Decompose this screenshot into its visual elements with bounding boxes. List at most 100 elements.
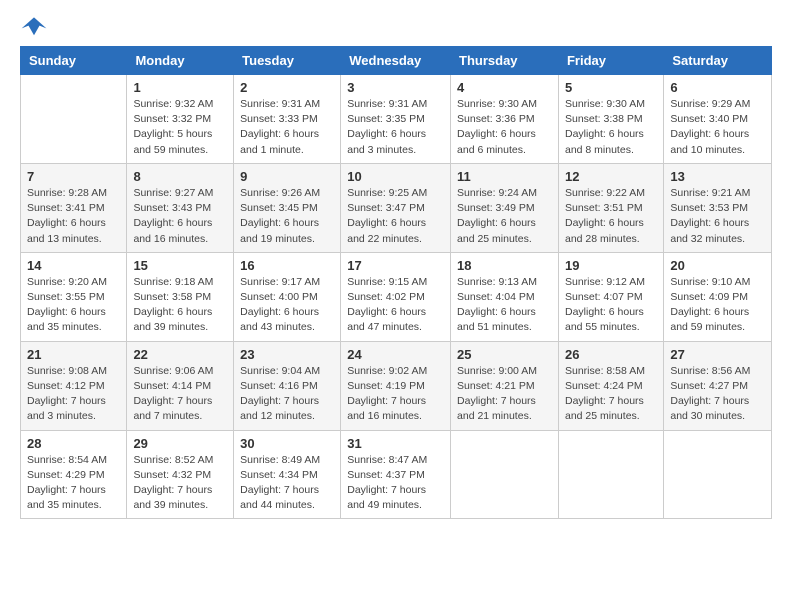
calendar-week-row: 28 Sunrise: 8:54 AMSunset: 4:29 PMDayligh… [21,430,772,519]
calendar-day-cell: 25 Sunrise: 9:00 AMSunset: 4:21 PMDayligh… [451,341,559,430]
weekday-header-cell: Sunday [21,47,127,75]
calendar-week-row: 14 Sunrise: 9:20 AMSunset: 3:55 PMDayligh… [21,252,772,341]
day-info: Sunrise: 8:49 AMSunset: 4:34 PMDaylight:… [240,453,334,514]
day-info: Sunrise: 9:15 AMSunset: 4:02 PMDaylight:… [347,275,444,336]
day-number: 2 [240,80,334,95]
day-info: Sunrise: 9:02 AMSunset: 4:19 PMDaylight:… [347,364,444,425]
day-info: Sunrise: 9:31 AMSunset: 3:33 PMDaylight:… [240,97,334,158]
calendar-day-cell: 9Sunrise: 9:26 AMSunset: 3:45 PMDaylight… [234,163,341,252]
calendar-body: 1 Sunrise: 9:32 AMSunset: 3:32 PMDaylight… [21,75,772,519]
day-info: Sunrise: 9:00 AMSunset: 4:21 PMDaylight:… [457,364,552,425]
logo-bird-icon [20,16,48,38]
calendar-day-cell: 4Sunrise: 9:30 AMSunset: 3:36 PMDaylight… [451,75,559,164]
calendar-day-cell: 10 Sunrise: 9:25 AMSunset: 3:47 PMDayligh… [341,163,451,252]
calendar-day-cell: 14 Sunrise: 9:20 AMSunset: 3:55 PMDayligh… [21,252,127,341]
weekday-header-row: SundayMondayTuesdayWednesdayThursdayFrid… [21,47,772,75]
day-info: Sunrise: 8:54 AMSunset: 4:29 PMDaylight:… [27,453,120,514]
day-number: 16 [240,258,334,273]
day-info: Sunrise: 8:58 AMSunset: 4:24 PMDaylight:… [565,364,657,425]
day-info: Sunrise: 9:31 AMSunset: 3:35 PMDaylight:… [347,97,444,158]
calendar-day-cell: 19 Sunrise: 9:12 AMSunset: 4:07 PMDayligh… [558,252,663,341]
day-info: Sunrise: 9:20 AMSunset: 3:55 PMDaylight:… [27,275,120,336]
day-info: Sunrise: 9:13 AMSunset: 4:04 PMDaylight:… [457,275,552,336]
day-info: Sunrise: 8:52 AMSunset: 4:32 PMDaylight:… [133,453,227,514]
day-number: 12 [565,169,657,184]
calendar-day-cell [21,75,127,164]
day-info: Sunrise: 9:27 AMSunset: 3:43 PMDaylight:… [133,186,227,247]
calendar-day-cell: 16 Sunrise: 9:17 AMSunset: 4:00 PMDayligh… [234,252,341,341]
calendar-day-cell: 8 Sunrise: 9:27 AMSunset: 3:43 PMDaylight… [127,163,234,252]
calendar-day-cell: 31 Sunrise: 8:47 AMSunset: 4:37 PMDayligh… [341,430,451,519]
weekday-header-cell: Friday [558,47,663,75]
day-number: 28 [27,436,120,451]
calendar-day-cell: 28 Sunrise: 8:54 AMSunset: 4:29 PMDayligh… [21,430,127,519]
day-info: Sunrise: 9:17 AMSunset: 4:00 PMDaylight:… [240,275,334,336]
day-info: Sunrise: 9:21 AMSunset: 3:53 PMDaylight:… [670,186,765,247]
calendar-day-cell: 17 Sunrise: 9:15 AMSunset: 4:02 PMDayligh… [341,252,451,341]
header-area [20,16,772,38]
day-info: Sunrise: 9:12 AMSunset: 4:07 PMDaylight:… [565,275,657,336]
day-number: 27 [670,347,765,362]
day-number: 20 [670,258,765,273]
calendar-day-cell: 27 Sunrise: 8:56 AMSunset: 4:27 PMDayligh… [664,341,772,430]
day-number: 15 [133,258,227,273]
calendar-day-cell: 15 Sunrise: 9:18 AMSunset: 3:58 PMDayligh… [127,252,234,341]
day-number: 25 [457,347,552,362]
calendar-day-cell: 11 Sunrise: 9:24 AMSunset: 3:49 PMDayligh… [451,163,559,252]
day-number: 29 [133,436,227,451]
day-info: Sunrise: 9:22 AMSunset: 3:51 PMDaylight:… [565,186,657,247]
day-number: 5 [565,80,657,95]
day-number: 14 [27,258,120,273]
calendar-day-cell: 23 Sunrise: 9:04 AMSunset: 4:16 PMDayligh… [234,341,341,430]
calendar-day-cell: 5Sunrise: 9:30 AMSunset: 3:38 PMDaylight… [558,75,663,164]
calendar-day-cell: 3 Sunrise: 9:31 AMSunset: 3:35 PMDaylight… [341,75,451,164]
day-number: 9 [240,169,334,184]
day-number: 10 [347,169,444,184]
calendar-day-cell: 18 Sunrise: 9:13 AMSunset: 4:04 PMDayligh… [451,252,559,341]
calendar-day-cell: 2 Sunrise: 9:31 AMSunset: 3:33 PMDaylight… [234,75,341,164]
day-number: 17 [347,258,444,273]
day-number: 19 [565,258,657,273]
day-number: 6 [670,80,765,95]
calendar-day-cell: 24 Sunrise: 9:02 AMSunset: 4:19 PMDayligh… [341,341,451,430]
day-number: 23 [240,347,334,362]
day-info: Sunrise: 9:04 AMSunset: 4:16 PMDaylight:… [240,364,334,425]
calendar-day-cell: 21Sunrise: 9:08 AMSunset: 4:12 PMDayligh… [21,341,127,430]
day-info: Sunrise: 9:18 AMSunset: 3:58 PMDaylight:… [133,275,227,336]
day-info: Sunrise: 9:29 AMSunset: 3:40 PMDaylight:… [670,97,765,158]
day-info: Sunrise: 9:25 AMSunset: 3:47 PMDaylight:… [347,186,444,247]
logo [20,16,52,38]
day-info: Sunrise: 9:32 AMSunset: 3:32 PMDaylight:… [133,97,227,158]
day-number: 24 [347,347,444,362]
calendar-day-cell: 7Sunrise: 9:28 AMSunset: 3:41 PMDaylight… [21,163,127,252]
calendar-day-cell [451,430,559,519]
day-number: 8 [133,169,227,184]
day-number: 22 [133,347,227,362]
day-number: 3 [347,80,444,95]
day-info: Sunrise: 8:56 AMSunset: 4:27 PMDaylight:… [670,364,765,425]
calendar-week-row: 1 Sunrise: 9:32 AMSunset: 3:32 PMDaylight… [21,75,772,164]
day-number: 1 [133,80,227,95]
day-number: 13 [670,169,765,184]
weekday-header-cell: Monday [127,47,234,75]
calendar-week-row: 21Sunrise: 9:08 AMSunset: 4:12 PMDayligh… [21,341,772,430]
weekday-header-cell: Thursday [451,47,559,75]
day-number: 31 [347,436,444,451]
day-number: 7 [27,169,120,184]
calendar-day-cell: 26 Sunrise: 8:58 AMSunset: 4:24 PMDayligh… [558,341,663,430]
day-number: 18 [457,258,552,273]
day-info: Sunrise: 9:06 AMSunset: 4:14 PMDaylight:… [133,364,227,425]
day-number: 26 [565,347,657,362]
day-info: Sunrise: 9:10 AMSunset: 4:09 PMDaylight:… [670,275,765,336]
calendar-week-row: 7Sunrise: 9:28 AMSunset: 3:41 PMDaylight… [21,163,772,252]
weekday-header-cell: Wednesday [341,47,451,75]
day-info: Sunrise: 9:24 AMSunset: 3:49 PMDaylight:… [457,186,552,247]
calendar-day-cell: 20 Sunrise: 9:10 AMSunset: 4:09 PMDayligh… [664,252,772,341]
calendar-table: SundayMondayTuesdayWednesdayThursdayFrid… [20,46,772,519]
calendar-day-cell: 22 Sunrise: 9:06 AMSunset: 4:14 PMDayligh… [127,341,234,430]
calendar-day-cell [558,430,663,519]
day-info: Sunrise: 8:47 AMSunset: 4:37 PMDaylight:… [347,453,444,514]
calendar-day-cell: 6 Sunrise: 9:29 AMSunset: 3:40 PMDaylight… [664,75,772,164]
calendar-day-cell [664,430,772,519]
day-number: 11 [457,169,552,184]
